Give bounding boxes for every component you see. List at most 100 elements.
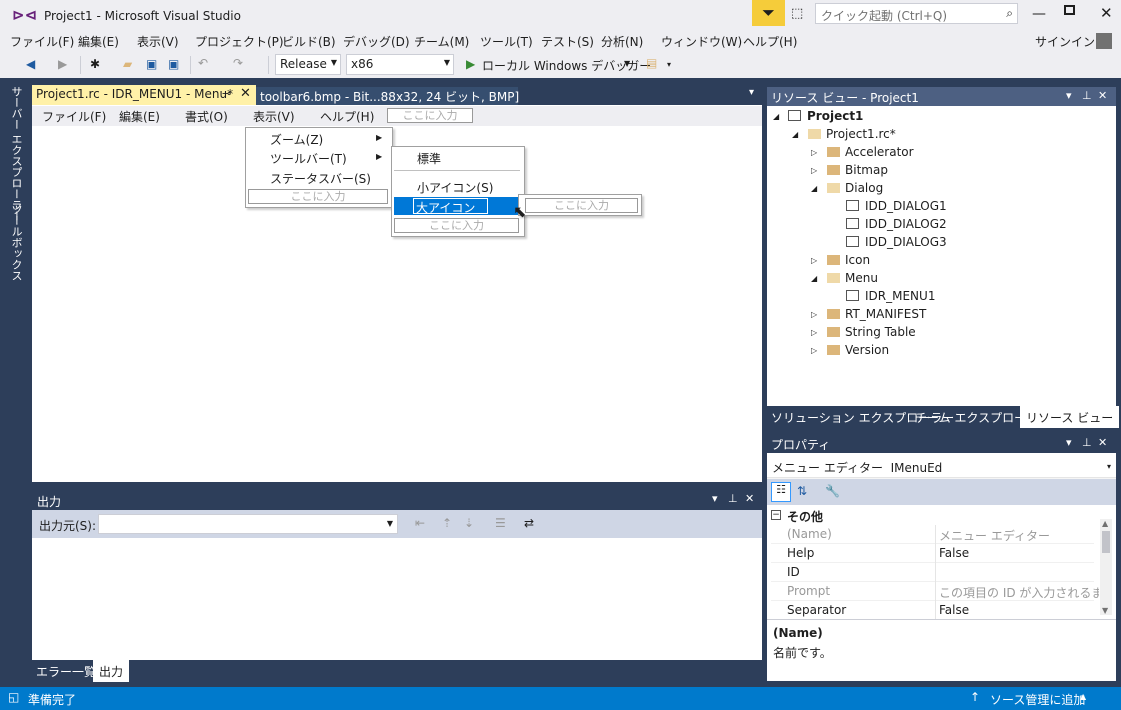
property-grid-scrollbar[interactable]: ▲ ▼ <box>1100 519 1112 615</box>
start-debug-icon[interactable]: ▶ <box>466 58 475 70</box>
forward-icon[interactable]: ▶ <box>58 58 67 70</box>
submenu-large-icon-input[interactable]: 大アイコン(&B) <box>413 198 488 230</box>
menu-debug[interactable]: デバッグ(D) <box>343 33 410 50</box>
menu-edit[interactable]: 編集(E) <box>78 33 119 50</box>
menu-window[interactable]: ウィンドウ(W) <box>661 33 742 50</box>
category-collapse-icon[interactable]: − <box>771 510 781 520</box>
collapse-arrow-icon[interactable]: ◢ <box>773 112 779 121</box>
object-selector[interactable]: メニュー エディター IMenuEd ▾ <box>767 453 1116 478</box>
find-in-files-icon[interactable]: ▤ <box>646 57 657 69</box>
design-menu-format[interactable]: 書式(O) <box>185 108 228 125</box>
type-here-view[interactable]: ここに入力 <box>248 189 388 204</box>
prop-row-id[interactable]: ID <box>771 563 1094 582</box>
design-menu-help[interactable]: ヘルプ(H) <box>320 108 374 125</box>
clear-all-icon[interactable]: ☰ <box>495 517 506 529</box>
design-menu-edit[interactable]: 編集(E) <box>119 108 160 125</box>
pane-dropdown-icon[interactable]: ▾ <box>712 492 718 505</box>
tree-version[interactable]: Version <box>827 343 889 357</box>
property-pages-icon[interactable]: 🔧 <box>825 484 840 498</box>
tree-project[interactable]: Project1 <box>788 109 863 123</box>
back-icon[interactable]: ◀ <box>26 58 35 70</box>
find-message-icon[interactable]: ⇤ <box>415 517 425 529</box>
submenu-small-icon[interactable]: 小アイコン(S) <box>417 179 493 196</box>
type-here-menubar[interactable]: ここに入力 <box>387 108 473 123</box>
close-icon[interactable]: ✕ <box>1098 436 1107 449</box>
close-icon[interactable]: ✕ <box>1098 89 1107 102</box>
categorized-icon[interactable]: ☷ <box>771 482 791 502</box>
tree-icon-folder[interactable]: Icon <box>827 253 870 267</box>
tree-string-table[interactable]: String Table <box>827 325 916 339</box>
menu-build[interactable]: ビルド(B) <box>282 33 336 50</box>
chevron-down-icon[interactable]: ▼ <box>624 60 630 68</box>
scroll-up-icon[interactable]: ▲ <box>1102 519 1108 528</box>
expand-arrow-icon[interactable]: ▷ <box>811 166 817 175</box>
redo-icon[interactable]: ↷ <box>233 57 243 69</box>
submenu-standard[interactable]: 標準 <box>417 150 441 167</box>
expand-arrow-icon[interactable]: ▷ <box>811 256 817 265</box>
tree-menu-1[interactable]: IDR_MENU1 <box>846 289 935 303</box>
tab-menu-editor[interactable]: Project1.rc - IDR_MENU1 - Menu* ⊸ ✕ <box>32 85 256 105</box>
tab-error-list[interactable]: エラー一覧 <box>36 663 96 680</box>
tree-dialog-1[interactable]: IDD_DIALOG1 <box>846 199 947 213</box>
tree-dialog[interactable]: Dialog <box>827 181 883 195</box>
platform-select[interactable]: x86 ▼ <box>346 54 454 75</box>
type-here-large-icon[interactable]: ここに入力 <box>525 198 638 213</box>
prop-row-separator[interactable]: Separator False <box>771 601 1094 620</box>
pin-icon[interactable]: ⊥ <box>1082 89 1092 102</box>
minimize-button[interactable]: — <box>1032 6 1046 22</box>
tree-manifest[interactable]: RT_MANIFEST <box>827 307 926 321</box>
prev-message-icon[interactable]: ⇡ <box>442 517 452 529</box>
output-text-area[interactable] <box>32 538 762 660</box>
expand-arrow-icon[interactable]: ▷ <box>811 328 817 337</box>
prop-row-prompt[interactable]: Promptこの項目の ID が入力されるまでプ <box>771 582 1099 601</box>
server-explorer-tab[interactable]: サーバー エクスプローラー <box>6 86 24 222</box>
notification-icon[interactable]: ⬚ <box>791 6 803 21</box>
new-project-icon[interactable]: ✱ <box>90 58 100 70</box>
pane-dropdown-icon[interactable]: ▾ <box>1066 89 1072 102</box>
tree-menu[interactable]: Menu <box>827 271 878 285</box>
save-all-icon[interactable]: ▣ <box>168 58 179 70</box>
tree-rc-file[interactable]: Project1.rc* <box>808 127 896 141</box>
pin-icon[interactable]: ⊥ <box>728 492 738 505</box>
open-file-icon[interactable]: ▰ <box>123 58 132 70</box>
word-wrap-icon[interactable]: ⇄ <box>524 517 534 529</box>
feedback-flag-icon[interactable]: ⏷ <box>752 0 785 26</box>
tree-bitmap[interactable]: Bitmap <box>827 163 888 177</box>
scroll-thumb[interactable] <box>1102 531 1110 553</box>
scroll-down-icon[interactable]: ▼ <box>1102 606 1108 615</box>
collapse-arrow-icon[interactable]: ◢ <box>792 130 798 139</box>
signin-link[interactable]: サインイン <box>1035 33 1095 50</box>
menu-analyze[interactable]: 分析(N) <box>601 33 643 50</box>
menu-project[interactable]: プロジェクト(P) <box>195 33 284 50</box>
expand-arrow-icon[interactable]: ▷ <box>811 346 817 355</box>
close-icon[interactable]: ✕ <box>240 86 251 101</box>
next-message-icon[interactable]: ⇣ <box>464 517 474 529</box>
add-to-source-control-button[interactable]: ソース管理に追加 <box>990 691 1085 708</box>
submenu-toolbar[interactable]: ツールバー(T) <box>270 150 347 167</box>
solution-config-select[interactable]: Release ▼ <box>275 54 341 75</box>
toolbox-tab[interactable]: ツールボックス <box>6 204 24 281</box>
pin-icon[interactable]: ⊸ <box>222 87 231 100</box>
design-menu-view[interactable]: 表示(V) <box>253 108 295 125</box>
menu-tools[interactable]: ツール(T) <box>480 33 533 50</box>
output-source-select[interactable]: ▼ <box>98 514 398 534</box>
expand-arrow-icon[interactable]: ▷ <box>811 148 817 157</box>
collapse-arrow-icon[interactable]: ◢ <box>811 184 817 193</box>
prop-row-name[interactable]: (Name) メニュー エディター <box>771 525 1094 544</box>
menu-test[interactable]: テスト(S) <box>541 33 594 50</box>
caret-up-icon[interactable]: ▲ <box>1080 692 1086 701</box>
menu-team[interactable]: チーム(M) <box>414 33 469 50</box>
quick-launch-input[interactable]: クイック起動 (Ctrl+Q) ⌕ <box>815 3 1018 24</box>
pin-icon[interactable]: ⊥ <box>1082 436 1092 449</box>
expand-arrow-icon[interactable]: ▷ <box>811 310 817 319</box>
submenu-zoom[interactable]: ズーム(Z) <box>270 131 323 148</box>
tab-list-dropdown-icon[interactable]: ▾ <box>749 87 754 98</box>
submenu-statusbar[interactable]: ステータスバー(S) <box>270 170 371 187</box>
save-icon[interactable]: ▣ <box>146 58 157 70</box>
tab-output[interactable]: 出力 <box>93 660 130 682</box>
tab-toolbar-bitmap[interactable]: toolbar6.bmp - Bit...88x32, 24 ビット, BMP] <box>256 87 519 105</box>
close-button[interactable]: ✕ <box>1100 4 1113 22</box>
maximize-button[interactable] <box>1064 5 1075 15</box>
user-avatar-icon[interactable] <box>1096 33 1112 49</box>
tree-dialog-2[interactable]: IDD_DIALOG2 <box>846 217 947 231</box>
